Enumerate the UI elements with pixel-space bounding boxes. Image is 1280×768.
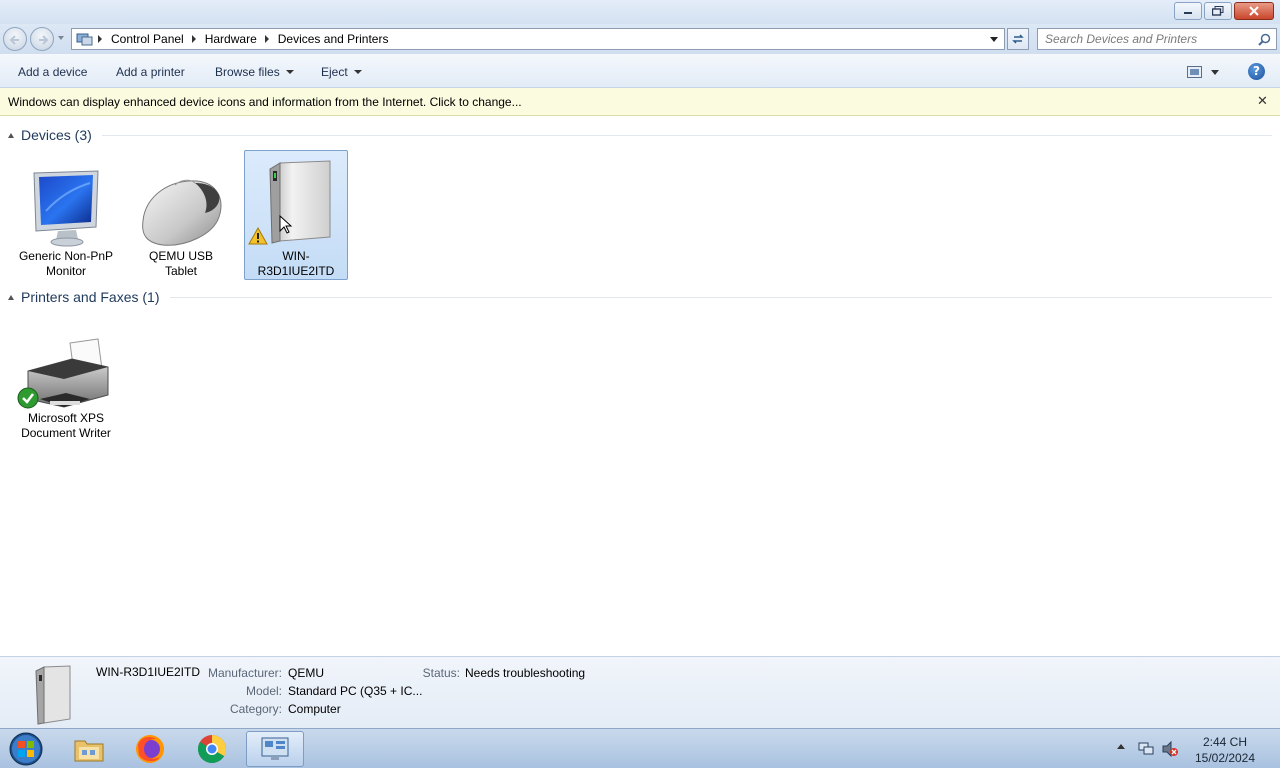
help-icon[interactable]: ? — [1248, 63, 1265, 80]
printers-group-header[interactable]: Printers and Faxes (1) — [0, 287, 1280, 307]
breadcrumb-arrow[interactable] — [264, 35, 269, 43]
refresh-icon — [1012, 34, 1024, 44]
change-view-icon[interactable] — [1187, 66, 1202, 78]
restore-button[interactable] — [1204, 2, 1232, 20]
close-button[interactable] — [1234, 2, 1274, 20]
collapse-triangle-icon[interactable] — [8, 132, 14, 138]
title-bar — [0, 0, 1280, 24]
collapse-triangle-icon[interactable] — [8, 294, 14, 300]
minimize-button[interactable] — [1174, 2, 1202, 20]
taskbar-devices-and-printers[interactable] — [246, 731, 304, 767]
devices-group-header[interactable]: Devices (3) — [0, 125, 1280, 145]
eject-button[interactable]: Eject — [321, 65, 362, 79]
close-icon — [1249, 6, 1259, 16]
command-bar — [0, 54, 1280, 88]
show-hidden-icons-button[interactable] — [1117, 744, 1125, 749]
add-printer-label: Add a printer — [116, 65, 185, 79]
back-button[interactable] — [3, 27, 27, 51]
chevron-down-icon — [353, 70, 362, 74]
mouse-icon — [142, 179, 222, 246]
add-printer-button[interactable]: Add a printer — [116, 65, 185, 79]
address-bar[interactable]: Control Panel Hardware Devices and Print… — [71, 28, 1005, 50]
device-qemu-usb-tablet[interactable]: QEMU USB Tablet — [129, 151, 233, 281]
minimize-icon — [1184, 12, 1192, 14]
clock[interactable]: 2:44 CH 15/02/2024 — [1188, 734, 1262, 766]
view-options-dropdown[interactable] — [1211, 70, 1219, 75]
group-divider — [169, 296, 1272, 298]
address-row: Control Panel Hardware Devices and Print… — [0, 24, 1280, 54]
devices-group-title: Devices (3) — [21, 127, 92, 143]
recent-pages-dropdown[interactable] — [58, 36, 64, 40]
window-controls — [1174, 2, 1274, 20]
breadcrumb-control-panel[interactable]: Control Panel — [111, 32, 184, 46]
network-icon[interactable] — [1138, 742, 1154, 756]
breadcrumb-hardware[interactable]: Hardware — [205, 32, 257, 46]
device-label: Microsoft XPS Document Writer — [21, 411, 111, 440]
details-pane: WIN-R3D1IUE2ITD Manufacturer: QEMU Model… — [0, 656, 1280, 728]
start-button[interactable] — [6, 731, 46, 767]
devices-printers-icon — [261, 737, 289, 760]
clock-date: 15/02/2024 — [1194, 751, 1256, 765]
model-label: Model: — [245, 684, 282, 698]
taskbar-chrome[interactable] — [183, 731, 241, 767]
device-label: WIN-R3D1IUE2ITD — [257, 249, 335, 278]
forward-button[interactable] — [30, 27, 54, 51]
search-input[interactable] — [1038, 29, 1248, 49]
start-orb-icon — [9, 732, 43, 766]
info-bar-message[interactable]: Windows can display enhanced device icon… — [8, 95, 522, 109]
search-icon[interactable] — [1258, 33, 1271, 46]
model-value: Standard PC (Q35 + IC... — [288, 684, 423, 698]
eject-label: Eject — [321, 65, 348, 79]
default-printer-check-icon — [17, 387, 39, 409]
clock-time: 2:44 CH — [1202, 735, 1248, 749]
mouse-pointer-icon — [279, 215, 293, 234]
warning-icon — [248, 227, 268, 245]
refresh-button[interactable] — [1007, 28, 1029, 50]
taskbar-file-explorer[interactable] — [60, 731, 118, 767]
file-explorer-icon — [74, 740, 104, 762]
status-label: Status: — [422, 666, 460, 680]
computer-tower-icon — [35, 665, 71, 725]
chevron-down-icon — [285, 70, 294, 74]
category-value: Computer — [288, 702, 341, 716]
taskbar-firefox[interactable] — [121, 731, 179, 767]
breadcrumb-devices-and-printers[interactable]: Devices and Printers — [278, 32, 389, 46]
breadcrumb-arrow[interactable] — [98, 35, 102, 43]
device-generic-monitor[interactable]: Generic Non-PnP Monitor — [14, 151, 118, 281]
search-box — [1037, 28, 1277, 50]
forward-arrow-icon — [39, 35, 49, 45]
printer-microsoft-xps-document-writer[interactable]: Microsoft XPS Document Writer — [14, 313, 118, 443]
manufacturer-label: Manufacturer: — [207, 666, 282, 680]
taskbar: 2:44 CH 15/02/2024 — [0, 728, 1280, 768]
device-win-r3d1iue2itd[interactable]: WIN-R3D1IUE2ITD — [244, 150, 348, 280]
details-device-name: WIN-R3D1IUE2ITD — [96, 665, 201, 679]
address-history-dropdown[interactable] — [990, 37, 998, 42]
category-label: Category: — [229, 702, 282, 716]
back-arrow-icon — [9, 35, 19, 45]
add-device-label: Add a device — [18, 65, 88, 79]
control-panel-icon — [76, 33, 93, 46]
chrome-icon — [198, 735, 226, 763]
restore-icon — [1212, 6, 1224, 16]
printers-group-title: Printers and Faxes (1) — [21, 289, 160, 305]
info-bar[interactable]: Windows can display enhanced device icon… — [0, 88, 1280, 116]
device-label: QEMU USB Tablet — [148, 249, 213, 278]
browse-files-button[interactable]: Browse files — [215, 65, 294, 79]
add-device-button[interactable]: Add a device — [18, 65, 87, 79]
firefox-icon — [136, 735, 164, 763]
info-bar-close-icon[interactable]: ✕ — [1257, 95, 1268, 108]
status-value: Needs troubleshooting — [465, 666, 586, 680]
manufacturer-value: QEMU — [288, 666, 324, 680]
group-divider — [101, 134, 1272, 136]
volume-muted-icon[interactable] — [1162, 741, 1178, 757]
browse-files-label: Browse files — [215, 65, 280, 79]
breadcrumb-arrow[interactable] — [191, 35, 196, 43]
monitor-icon — [33, 170, 99, 247]
device-label: Generic Non-PnP Monitor — [18, 249, 114, 278]
